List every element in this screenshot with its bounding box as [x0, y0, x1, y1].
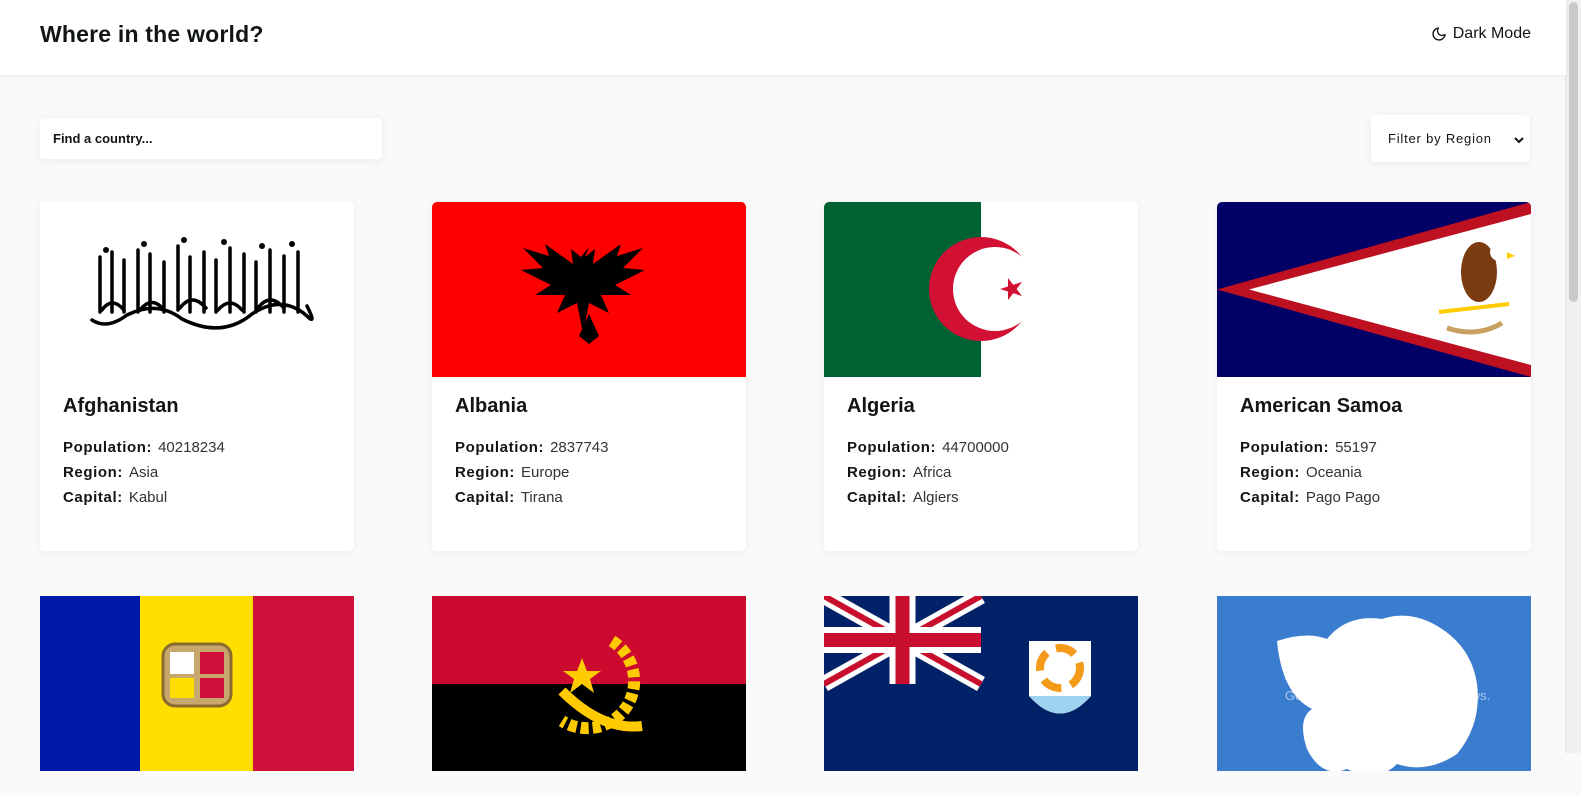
vertical-scrollbar[interactable]	[1565, 0, 1581, 753]
country-name: American Samoa	[1240, 395, 1403, 417]
dark-mode-label: Dark Mode	[1452, 25, 1531, 42]
country-card-american-samoa[interactable]: American Samoa Population: 55197 Region: O…	[1217, 202, 1531, 551]
country-card-angola[interactable]	[432, 596, 746, 796]
scrollbar-thumb[interactable]	[1569, 2, 1578, 302]
population-label: Population:	[847, 439, 937, 456]
capital-row: Capital: Algiers	[847, 489, 959, 506]
population-row: Population: 55197	[1240, 439, 1377, 456]
app-title: Where in the world?	[40, 21, 264, 47]
region-filter-select[interactable]: Filter by Region	[1371, 115, 1530, 162]
moon-icon	[1431, 26, 1447, 42]
country-card-andorra[interactable]	[40, 596, 354, 796]
app-header: Where in the world? Dark Mode	[0, 0, 1566, 75]
region-label: Region:	[63, 464, 124, 481]
region-value: Africa	[913, 464, 952, 481]
region-label: Region:	[847, 464, 908, 481]
region-label: Region:	[1240, 464, 1301, 481]
dark-mode-toggle[interactable]: Dark Mode	[1431, 25, 1531, 43]
region-value: Asia	[129, 464, 159, 481]
capital-row: Capital: Kabul	[63, 489, 167, 506]
population-value: 2837743	[550, 439, 609, 456]
population-label: Population:	[1240, 439, 1330, 456]
capital-row: Capital: Tirana	[455, 489, 563, 506]
flag-albania-image	[432, 202, 746, 377]
flag-anguilla-image	[824, 596, 1138, 771]
population-row: Population: 44700000	[847, 439, 1009, 456]
capital-label: Capital:	[63, 489, 123, 506]
country-card-afghanistan[interactable]: Afghanistan Population: 40218234 Region: A…	[40, 202, 354, 551]
capital-label: Capital:	[847, 489, 907, 506]
country-card-anguilla[interactable]	[824, 596, 1138, 796]
capital-label: Capital:	[1240, 489, 1300, 506]
capital-label: Capital:	[455, 489, 515, 506]
flag-angola-image	[432, 596, 746, 771]
region-row: Region: Asia	[63, 464, 158, 481]
chevron-down-icon	[1513, 133, 1525, 151]
population-value: 40218234	[158, 439, 225, 456]
region-row: Region: Europe	[455, 464, 569, 481]
country-name: Afghanistan	[63, 395, 179, 417]
watermark-subtitle: Go to Settings to activate Windows.	[1285, 688, 1491, 703]
capital-value: Algiers	[912, 489, 959, 506]
capital-value: Kabul	[128, 489, 168, 506]
flag-andorra-image	[40, 596, 354, 771]
search-input[interactable]	[40, 118, 382, 159]
region-row: Region: Oceania	[1240, 464, 1362, 481]
population-row: Population: 2837743	[455, 439, 609, 456]
windows-activation-watermark: Activate Windows Go to Settings to activ…	[1285, 663, 1490, 703]
search-box	[40, 118, 382, 159]
capital-value: Pago Pago	[1305, 489, 1381, 506]
region-value: Oceania	[1306, 464, 1362, 481]
flag-american-samoa-image	[1217, 202, 1531, 377]
region-value: Europe	[521, 464, 570, 481]
population-label: Population:	[455, 439, 545, 456]
country-name: Algeria	[847, 395, 915, 417]
population-value: 44700000	[942, 439, 1009, 456]
region-row: Region: Africa	[847, 464, 951, 481]
country-name: Albania	[455, 395, 528, 417]
population-label: Population:	[63, 439, 153, 456]
population-value: 55197	[1335, 439, 1377, 456]
capital-value: Tirana	[520, 489, 563, 506]
country-card-algeria[interactable]: Algeria Population: 44700000 Region: Afric…	[824, 202, 1138, 551]
filter-label: Filter by Region	[1388, 131, 1492, 146]
flag-afghanistan-image	[40, 202, 354, 377]
flag-algeria-image	[824, 202, 1138, 377]
region-label: Region:	[455, 464, 516, 481]
capital-row: Capital: Pago Pago	[1240, 489, 1380, 506]
population-row: Population: 40218234	[63, 439, 225, 456]
country-card-albania[interactable]: Albania Population: 2837743 Region: Europe…	[432, 202, 746, 551]
watermark-title: Activate Windows	[1285, 663, 1443, 685]
